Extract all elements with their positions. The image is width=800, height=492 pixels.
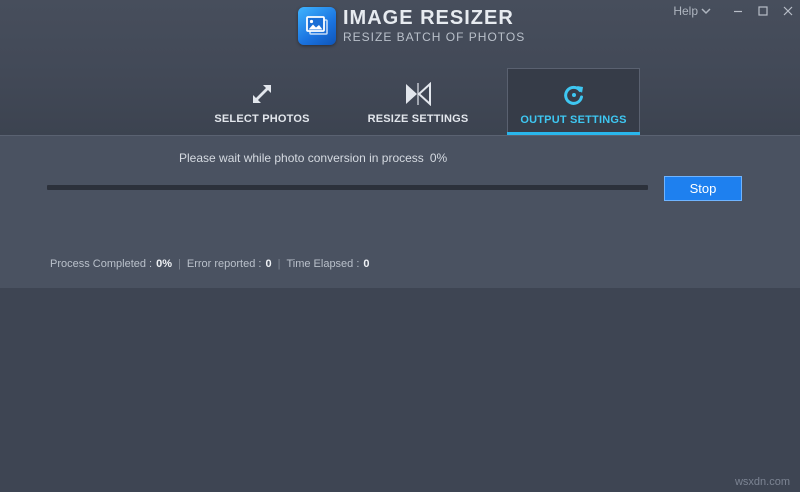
tab-label: RESIZE SETTINGS <box>367 113 469 125</box>
progress-bar <box>47 185 648 190</box>
separator: | <box>178 258 181 270</box>
help-menu[interactable]: Help <box>673 4 711 18</box>
tab-output-settings[interactable]: OUTPUT SETTINGS <box>507 68 640 135</box>
close-button[interactable] <box>775 0 800 22</box>
help-label: Help <box>673 4 698 18</box>
stop-button[interactable]: Stop <box>664 176 742 201</box>
watermark: wsxdn.com <box>734 476 790 488</box>
window-controls: Help <box>673 0 800 22</box>
photos-stack-icon <box>298 7 336 45</box>
progress-message-text: Please wait while photo conversion in pr… <box>179 151 424 165</box>
process-completed-value: 0% <box>156 258 173 270</box>
progress-percent: 0% <box>429 151 448 165</box>
maximize-icon <box>757 6 768 16</box>
process-completed-label: Process Completed : <box>50 258 153 270</box>
close-icon <box>783 6 792 16</box>
error-reported-label: Error reported : <box>186 258 262 270</box>
progress-panel: Please wait while photo conversion in pr… <box>0 135 800 288</box>
expand-arrows-icon <box>250 80 274 108</box>
app-title: IMAGE RESIZER <box>343 7 514 29</box>
resize-arrows-icon <box>404 80 432 108</box>
maximize-button[interactable] <box>750 0 775 22</box>
chevron-down-icon <box>701 7 711 14</box>
tab-resize-settings[interactable]: RESIZE SETTINGS <box>358 68 478 135</box>
status-bar: Process Completed : 0% | Error reported … <box>50 258 370 270</box>
app-header: IMAGE RESIZER RESIZE BATCH OF PHOTOS Hel… <box>0 0 800 135</box>
tab-label: OUTPUT SETTINGS <box>520 114 627 126</box>
minimize-icon <box>733 10 742 13</box>
error-reported-value: 0 <box>265 258 272 270</box>
time-elapsed-label: Time Elapsed : <box>286 258 360 270</box>
app-subtitle: RESIZE BATCH OF PHOTOS <box>343 30 526 44</box>
tab-select-photos[interactable]: SELECT PHOTOS <box>208 68 316 135</box>
refresh-icon <box>562 81 586 109</box>
time-elapsed-value: 0 <box>363 258 370 270</box>
separator: | <box>277 258 281 270</box>
progress-message: Please wait while photo conversion in pr… <box>179 151 447 165</box>
tab-label: SELECT PHOTOS <box>214 113 310 125</box>
minimize-button[interactable] <box>725 0 750 22</box>
